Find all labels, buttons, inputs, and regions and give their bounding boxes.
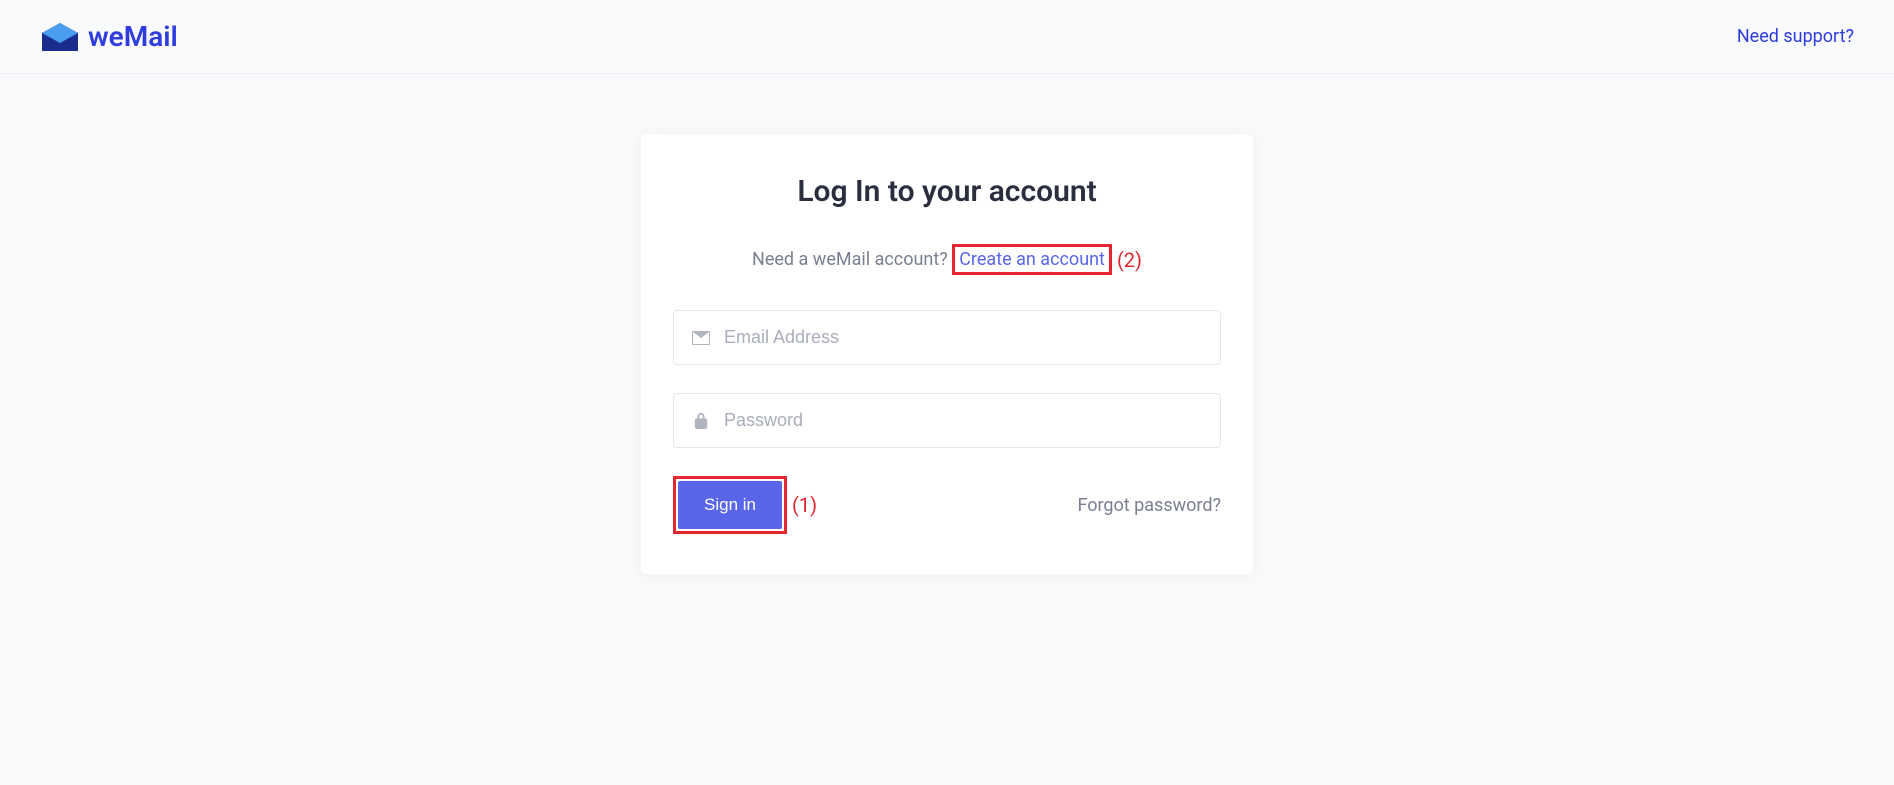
login-title: Log In to your account bbox=[673, 174, 1221, 209]
support-link[interactable]: Need support? bbox=[1737, 26, 1854, 47]
signin-highlight: Sign in bbox=[673, 476, 787, 534]
email-input-group[interactable] bbox=[673, 310, 1221, 365]
create-account-link[interactable]: Create an account bbox=[959, 249, 1105, 270]
password-input-group[interactable] bbox=[673, 393, 1221, 448]
signin-button[interactable]: Sign in bbox=[678, 481, 782, 529]
need-account-text: Need a weMail account? bbox=[752, 249, 948, 270]
mail-icon bbox=[40, 21, 80, 53]
lock-icon bbox=[692, 413, 710, 429]
email-input[interactable] bbox=[724, 327, 1202, 348]
main-content: Log In to your account Need a weMail acc… bbox=[0, 74, 1894, 574]
forgot-password-link[interactable]: Forgot password? bbox=[1077, 495, 1221, 516]
actions-row: Sign in (1) Forgot password? bbox=[673, 476, 1221, 534]
login-card: Log In to your account Need a weMail acc… bbox=[641, 134, 1253, 574]
header: weMail Need support? bbox=[0, 0, 1894, 74]
password-input[interactable] bbox=[724, 410, 1202, 431]
annotation-1: (1) bbox=[792, 493, 817, 517]
brand-logo[interactable]: weMail bbox=[40, 20, 178, 53]
brand-name: weMail bbox=[88, 20, 178, 53]
create-account-row: Need a weMail account? Create an account… bbox=[673, 244, 1221, 275]
create-account-highlight: Create an account bbox=[952, 244, 1112, 275]
annotation-2: (2) bbox=[1117, 248, 1142, 272]
email-icon bbox=[692, 330, 710, 346]
